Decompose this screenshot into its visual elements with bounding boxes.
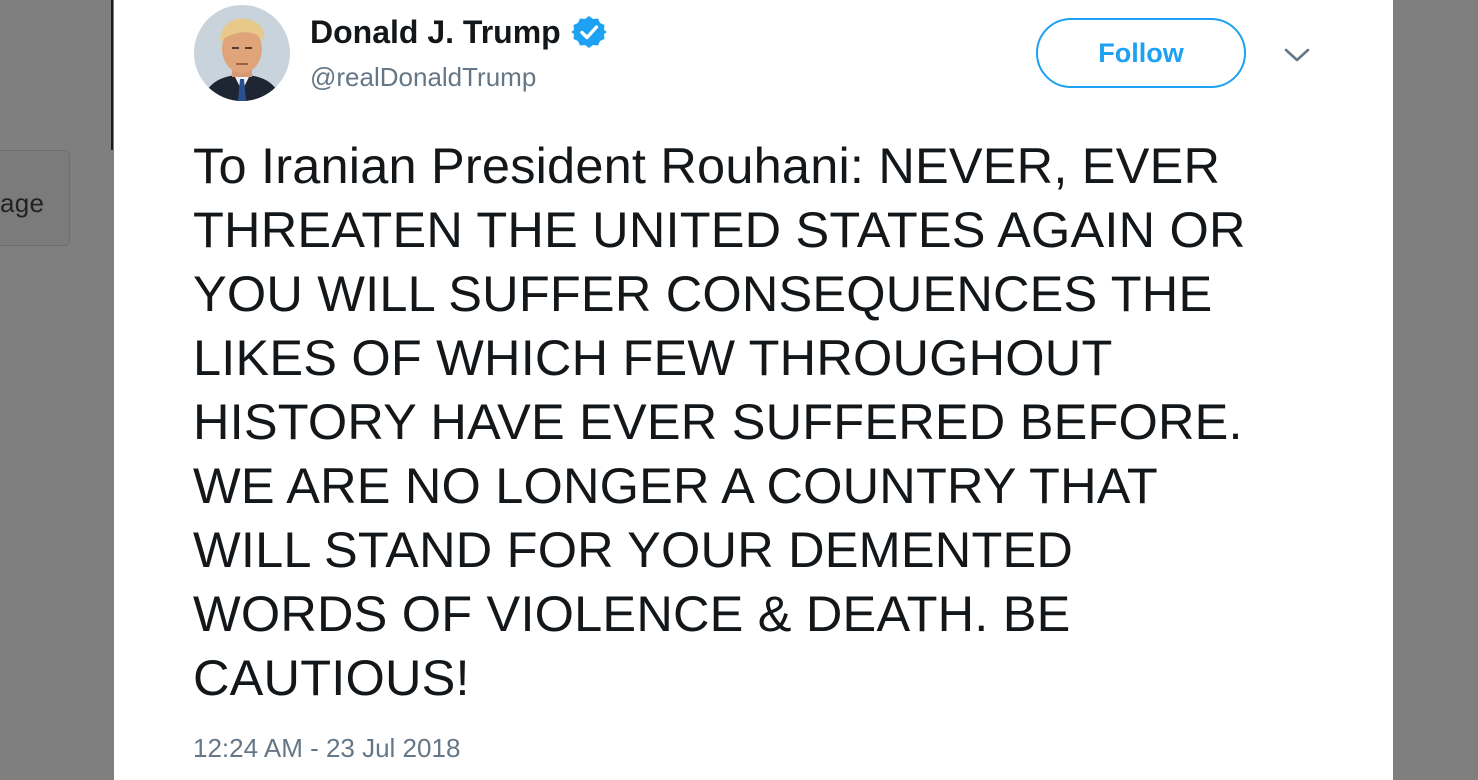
author-name-row[interactable]: Donald J. Trump: [310, 12, 607, 52]
follow-button[interactable]: Follow: [1036, 18, 1246, 88]
author-handle[interactable]: @realDonaldTrump: [310, 62, 536, 93]
tweet-card: Donald J. Trump @realDonaldTrump Follow …: [114, 0, 1393, 780]
tweet-timestamp[interactable]: 12:24 AM - 23 Jul 2018: [193, 733, 460, 764]
profile-photo-icon: [194, 5, 290, 101]
tweet-text: To Iranian President Rouhani: NEVER, EVE…: [193, 137, 1246, 706]
chevron-down-icon: [1284, 48, 1310, 62]
author-display-name[interactable]: Donald J. Trump: [310, 14, 561, 51]
background-partial-text: age: [0, 188, 45, 218]
tweet-menu-button[interactable]: [1280, 38, 1314, 72]
avatar[interactable]: [194, 5, 290, 101]
verified-badge-icon: [570, 16, 607, 48]
background-divider: [111, 0, 113, 150]
